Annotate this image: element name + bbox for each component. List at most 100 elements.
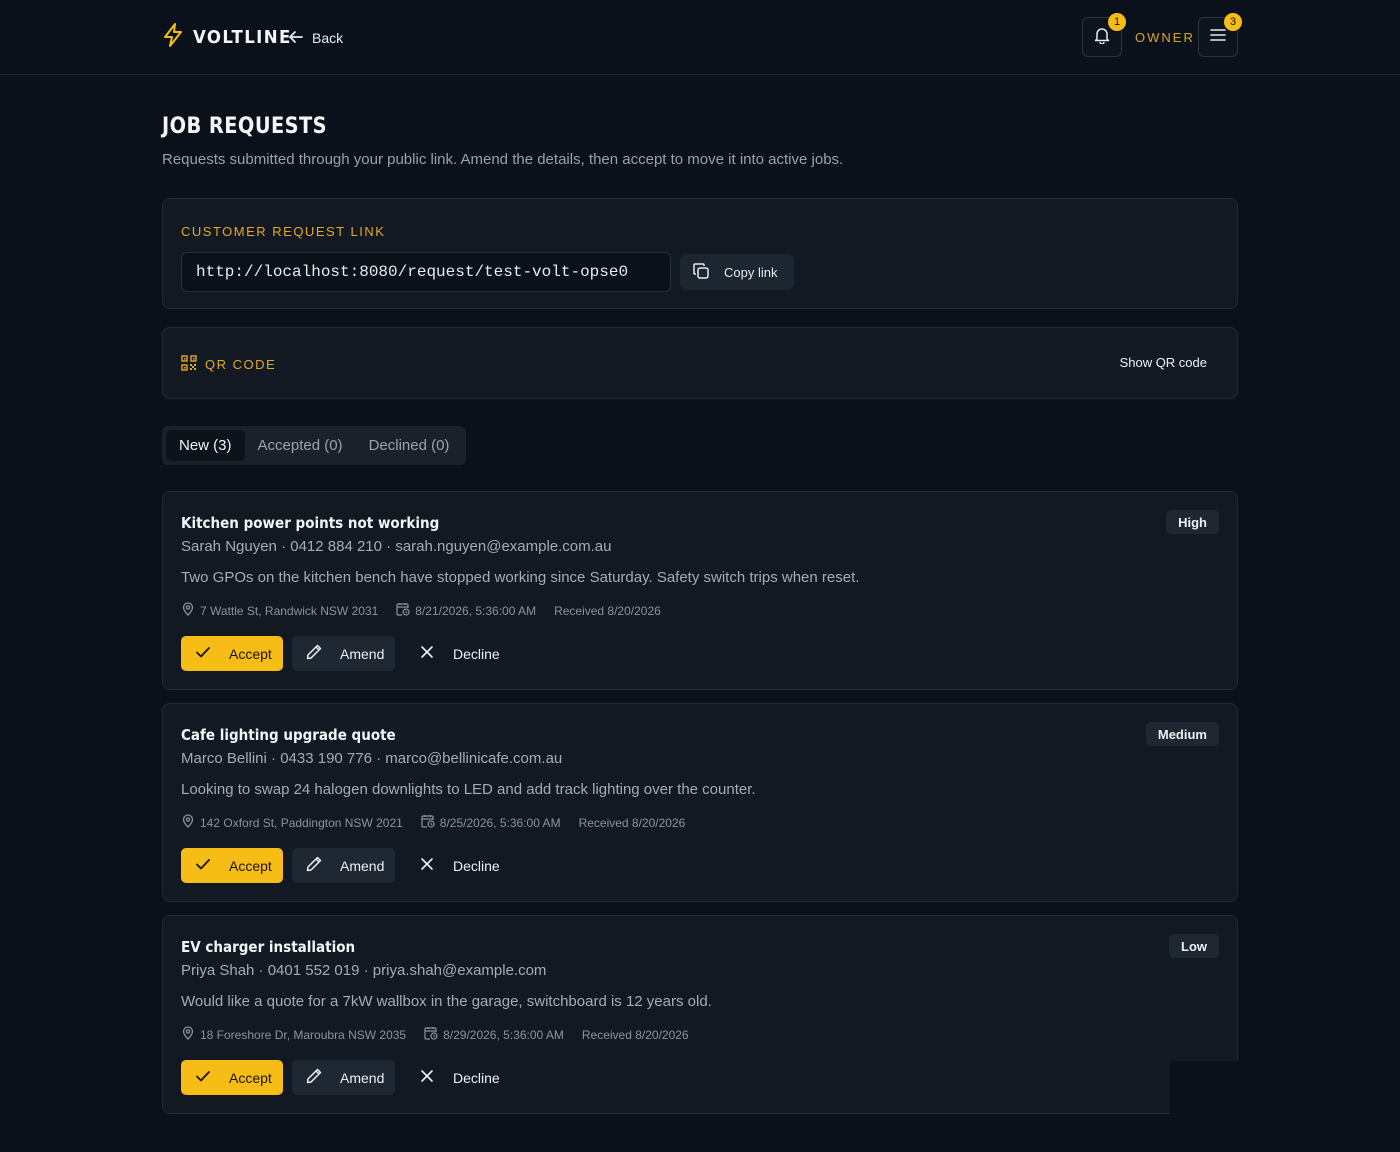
copy-icon [692,262,710,283]
role-label: OWNER [1135,30,1195,45]
close-icon [420,857,434,874]
map-pin-icon [181,814,195,831]
job-meta: 7 Wattle St, Randwick NSW 2031 8/21/2026… [181,602,679,619]
calendar-clock-icon [424,1026,438,1043]
notifications-button[interactable]: 1 [1082,13,1126,57]
amend-button[interactable]: Amend [292,848,395,883]
decline-label: Decline [453,1069,500,1086]
amend-label: Amend [340,645,385,662]
job-contact: Priya Shah · 0401 552 019 · priya.shah@e… [181,962,547,979]
job-title: Cafe lighting upgrade quote [181,726,396,744]
amend-label: Amend [340,857,385,874]
job-address: 142 Oxford St, Paddington NSW 2021 [181,814,403,831]
qr-code-label: QR CODE [181,355,276,374]
qr-code-icon [181,355,197,374]
accept-button[interactable]: Accept [181,1060,283,1095]
job-scheduled: 8/21/2026, 5:36:00 AM [396,602,536,619]
back-link[interactable]: Back [288,27,343,49]
close-icon [420,645,434,662]
job-card: Cafe lighting upgrade quote Medium Marco… [162,703,1238,902]
job-description: Two GPOs on the kitchen bench have stopp… [181,569,860,586]
show-qr-code-button[interactable]: Show QR code [1120,355,1207,370]
request-link-label: CUSTOMER REQUEST LINK [181,224,386,239]
job-scheduled: 8/29/2026, 5:36:00 AM [424,1026,564,1043]
job-scheduled-text: 8/21/2026, 5:36:00 AM [415,603,537,618]
check-icon [195,1068,211,1087]
pencil-icon [305,1067,323,1088]
status-tabs: New (3) Accepted (0) Declined (0) [162,426,466,465]
job-card: Kitchen power points not working High Sa… [162,491,1238,690]
hamburger-menu-icon [1210,28,1226,47]
accept-button[interactable]: Accept [181,848,283,883]
accept-label: Accept [229,1069,272,1086]
request-link-panel: CUSTOMER REQUEST LINK http://localhost:8… [162,198,1238,309]
job-description: Looking to swap 24 halogen downlights to… [181,781,756,798]
tab-declined[interactable]: Declined (0) [356,430,463,461]
copy-link-button[interactable]: Copy link [680,254,794,290]
decline-button[interactable]: Decline [404,1060,500,1095]
qr-code-label-text: QR CODE [205,357,277,372]
job-address: 18 Foreshore Dr, Maroubra NSW 2035 [181,1026,406,1043]
job-actions: Accept Amend Decline [181,848,500,883]
accept-label: Accept [229,645,272,662]
job-contact: Sarah Nguyen · 0412 884 210 · sarah.nguy… [181,538,612,555]
page-subtitle: Requests submitted through your public l… [162,151,844,168]
page-title: JOB REQUESTS [162,114,328,139]
back-label: Back [312,30,344,46]
job-address-text: 142 Oxford St, Paddington NSW 2021 [200,815,403,830]
decline-label: Decline [453,857,500,874]
accept-button[interactable]: Accept [181,636,283,671]
job-contact: Marco Bellini · 0433 190 776 · marco@bel… [181,750,563,767]
priority-badge: Medium [1145,722,1219,746]
job-received: Received 8/20/2026 [578,815,686,830]
job-scheduled-text: 8/25/2026, 5:36:00 AM [439,815,561,830]
decline-label: Decline [453,645,500,662]
notification-count-badge: 1 [1108,13,1126,31]
accept-label: Accept [229,857,272,874]
job-meta: 18 Foreshore Dr, Maroubra NSW 2035 8/29/… [181,1026,707,1043]
job-received: Received 8/20/2026 [554,603,661,618]
priority-badge: High [1166,510,1219,534]
job-address-text: 7 Wattle St, Randwick NSW 2031 [200,603,379,618]
request-url-field[interactable]: http://localhost:8080/request/test-volt-… [181,252,671,292]
check-icon [195,644,211,663]
brand-name: VOLTLINE [193,26,292,48]
amend-button[interactable]: Amend [292,636,395,671]
tab-accepted[interactable]: Accepted (0) [245,430,356,461]
check-icon [195,856,211,875]
job-title: EV charger installation [181,938,356,956]
job-card: EV charger installation Low Priya Shah ·… [162,915,1238,1114]
job-meta: 142 Oxford St, Paddington NSW 2021 8/25/… [181,814,703,831]
pencil-icon [305,855,323,876]
lightning-bolt-icon [162,22,184,52]
amend-button[interactable]: Amend [292,1060,395,1095]
calendar-clock-icon [421,814,435,831]
map-pin-icon [181,602,195,619]
priority-badge: Low [1169,934,1219,958]
job-scheduled-text: 8/29/2026, 5:36:00 AM [443,1027,564,1042]
decline-button[interactable]: Decline [404,848,500,883]
top-bar: VOLTLINE Back 1 OWNER 3 [0,0,1400,75]
qr-code-panel: QR CODE Show QR code [162,327,1238,399]
tab-new[interactable]: New (3) [166,430,245,461]
map-pin-icon [181,1026,195,1043]
arrow-left-icon [288,29,304,48]
amend-label: Amend [340,1069,385,1086]
menu-button[interactable]: 3 [1198,13,1242,57]
bell-icon [1093,26,1111,49]
job-address-text: 18 Foreshore Dr, Maroubra NSW 2035 [200,1027,407,1042]
job-address: 7 Wattle St, Randwick NSW 2031 [181,602,378,619]
close-icon [420,1069,434,1086]
job-received: Received 8/20/2026 [581,1027,689,1042]
overlay-corner [1170,1061,1250,1121]
brand-logo[interactable]: VOLTLINE [162,22,300,52]
job-actions: Accept Amend Decline [181,636,500,671]
job-description: Would like a quote for a 7kW wallbox in … [181,993,712,1010]
job-scheduled: 8/25/2026, 5:36:00 AM [421,814,561,831]
pencil-icon [305,643,323,664]
menu-count-badge: 3 [1224,13,1242,31]
calendar-clock-icon [396,602,410,619]
copy-link-label: Copy link [724,264,778,280]
decline-button[interactable]: Decline [404,636,500,671]
job-actions: Accept Amend Decline [181,1060,500,1095]
